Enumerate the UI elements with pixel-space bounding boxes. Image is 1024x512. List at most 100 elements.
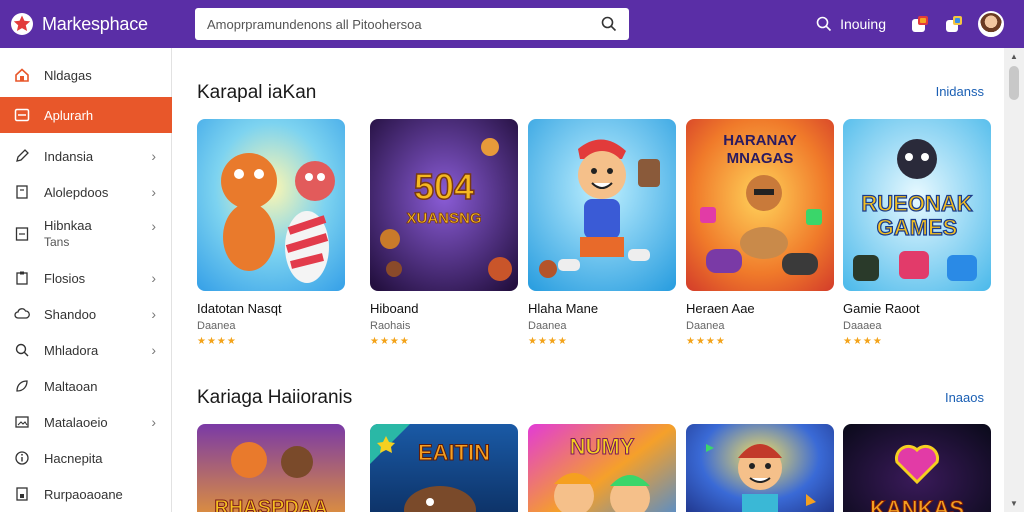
section-title: Kariaga Haiioranis — [197, 387, 353, 408]
sidebar-item-alolepdoos[interactable]: Alolepdoos › — [0, 174, 172, 210]
app-thumbnail — [528, 119, 676, 291]
chevron-right-icon: › — [151, 306, 156, 322]
app-card[interactable]: RHASPDAA — [197, 424, 345, 512]
top-bar: Markesphace Inouing — [0, 0, 1024, 48]
rating-stars: ★★★★ — [528, 336, 568, 347]
sidebar-item-label: Indansia — [44, 148, 94, 164]
vertical-scrollbar[interactable]: ▲ ▼ — [1004, 48, 1024, 512]
chevron-right-icon: › — [151, 184, 156, 200]
star-logo-icon — [11, 13, 33, 35]
app-card[interactable]: KANKAS — [843, 424, 991, 512]
chevron-right-icon: › — [151, 218, 156, 234]
avatar[interactable] — [978, 11, 1004, 37]
sidebar-item-matalaoeio[interactable]: Matalaoeio › — [0, 404, 172, 440]
sidebar-item-label: Rurpaoaoane — [44, 486, 123, 502]
app-category: Daaaea — [843, 320, 882, 332]
sidebar-item-home[interactable]: Nldagas — [0, 57, 172, 93]
search-bar — [195, 8, 629, 40]
messages-icon[interactable] — [940, 10, 968, 38]
app-thumbnail: NUMY — [528, 424, 676, 512]
home-icon — [14, 67, 30, 83]
app-card[interactable]: Hlaha Mane Daanea ★★★★ — [528, 119, 676, 347]
svg-text:KANKAS: KANKAS — [870, 496, 964, 512]
svg-text:MNAGAS: MNAGAS — [727, 150, 794, 167]
app-thumbnail — [686, 424, 834, 512]
sidebar-item-label: Hibnkaa — [44, 218, 92, 233]
sidebar-item-hacnepita[interactable]: Hacnepita — [0, 440, 172, 476]
sidebar-item-hibnkaa[interactable]: Hibnkaa Tans › — [0, 212, 172, 256]
top-search-label: Inouing — [840, 16, 886, 32]
svg-text:XUANSNG: XUANSNG — [406, 210, 481, 227]
chevron-right-icon: › — [151, 148, 156, 164]
sidebar-item-label: Maltaoan — [44, 378, 98, 394]
app-category: Daanea — [528, 320, 567, 332]
svg-text:GAMES: GAMES — [877, 215, 958, 240]
sidebar-item-label: Nldagas — [44, 67, 92, 83]
app-thumbnail: RUEONAK GAMES — [843, 119, 991, 291]
main-content: Karapal iaKan Inidanss Idatotan Nasqt Da… — [172, 48, 1004, 512]
book-icon — [14, 184, 30, 200]
sidebar-item-maltaoan[interactable]: Maltaoan — [0, 368, 172, 404]
svg-text:504: 504 — [414, 166, 474, 207]
app-card[interactable]: Idatotan Nasqt Daanea ★★★★ — [197, 119, 345, 347]
sidebar: Nldagas Aplurarh Indansia › Alolepdoos ›… — [0, 48, 172, 512]
rating-stars: ★★★★ — [197, 336, 237, 347]
app-category: Daanea — [686, 320, 725, 332]
pencil-icon — [14, 148, 30, 164]
app-card[interactable]: 504 XUANSNG Hiboand Raohais ★★★★ — [370, 119, 518, 347]
info-icon — [14, 450, 30, 466]
chevron-right-icon: › — [151, 270, 156, 286]
sidebar-item-mhladora[interactable]: Mhladora › — [0, 332, 172, 368]
sidebar-item-indansia[interactable]: Indansia › — [0, 138, 172, 174]
sidebar-item-label: Shandoo — [44, 306, 97, 322]
sidebar-item-apps[interactable]: Aplurarh — [0, 97, 172, 133]
app-title: Heraen Aae — [686, 301, 755, 316]
sidebar-item-shandoo[interactable]: Shandoo › — [0, 296, 172, 332]
app-category: Raohais — [370, 320, 411, 332]
scroll-down-icon[interactable]: ▼ — [1010, 499, 1018, 508]
app-card[interactable]: NUMY — [528, 424, 676, 512]
search-icon[interactable] — [589, 8, 629, 40]
app-thumbnail: KANKAS — [843, 424, 991, 512]
scroll-up-icon[interactable]: ▲ — [1010, 52, 1018, 61]
top-right-actions: Inouing — [816, 0, 1004, 48]
image-icon — [14, 414, 30, 430]
app-card[interactable]: EAITIN — [370, 424, 518, 512]
search-icon — [14, 342, 30, 358]
leaf-icon — [14, 378, 30, 394]
app-thumbnail: RHASPDAA — [197, 424, 345, 512]
search-input[interactable] — [195, 8, 589, 40]
app-thumbnail: EAITIN — [370, 424, 518, 512]
notifications-icon[interactable] — [906, 10, 934, 38]
sidebar-item-label: Matalaoeio — [44, 414, 108, 430]
cloud-icon — [14, 306, 30, 322]
top-search-button[interactable]: Inouing — [816, 16, 886, 32]
sidebar-item-sublabel: Tans — [44, 235, 70, 249]
clipboard-icon — [14, 270, 30, 286]
sidebar-item-label: Aplurarh — [44, 107, 94, 123]
svg-text:RHASPDAA: RHASPDAA — [214, 497, 327, 512]
chevron-right-icon: › — [151, 342, 156, 358]
sidebar-item-rurpaoaoane[interactable]: Rurpaoaoane — [0, 476, 172, 512]
see-all-link[interactable]: Inaaos — [945, 390, 984, 405]
see-all-link[interactable]: Inidanss — [936, 84, 984, 99]
brand[interactable]: Markesphace — [10, 12, 148, 36]
app-thumbnail: HARANAY MNAGAS — [686, 119, 834, 291]
scrollbar-thumb[interactable] — [1009, 66, 1019, 100]
section-title: Karapal iaKan — [197, 82, 317, 103]
apps-icon — [14, 107, 30, 123]
app-title: Hiboand — [370, 301, 419, 316]
sidebar-item-flosios[interactable]: Flosios › — [0, 260, 172, 296]
app-card[interactable] — [686, 424, 834, 512]
sidebar-item-label: Hacnepita — [44, 450, 103, 466]
app-name: Markesphace — [42, 13, 148, 34]
app-card[interactable]: RUEONAK GAMES Gamie Raoot Daaaea ★★★★ — [843, 119, 991, 347]
svg-text:EAITIN: EAITIN — [418, 440, 490, 465]
bookmark-icon — [14, 486, 30, 502]
search-icon — [816, 16, 832, 32]
sidebar-item-label: Flosios — [44, 270, 86, 286]
app-card[interactable]: HARANAY MNAGAS Heraen Aae Daanea ★★★★ — [686, 119, 834, 347]
svg-text:NUMY: NUMY — [570, 434, 635, 459]
svg-text:RUEONAK: RUEONAK — [861, 191, 972, 216]
rating-stars: ★★★★ — [686, 336, 726, 347]
